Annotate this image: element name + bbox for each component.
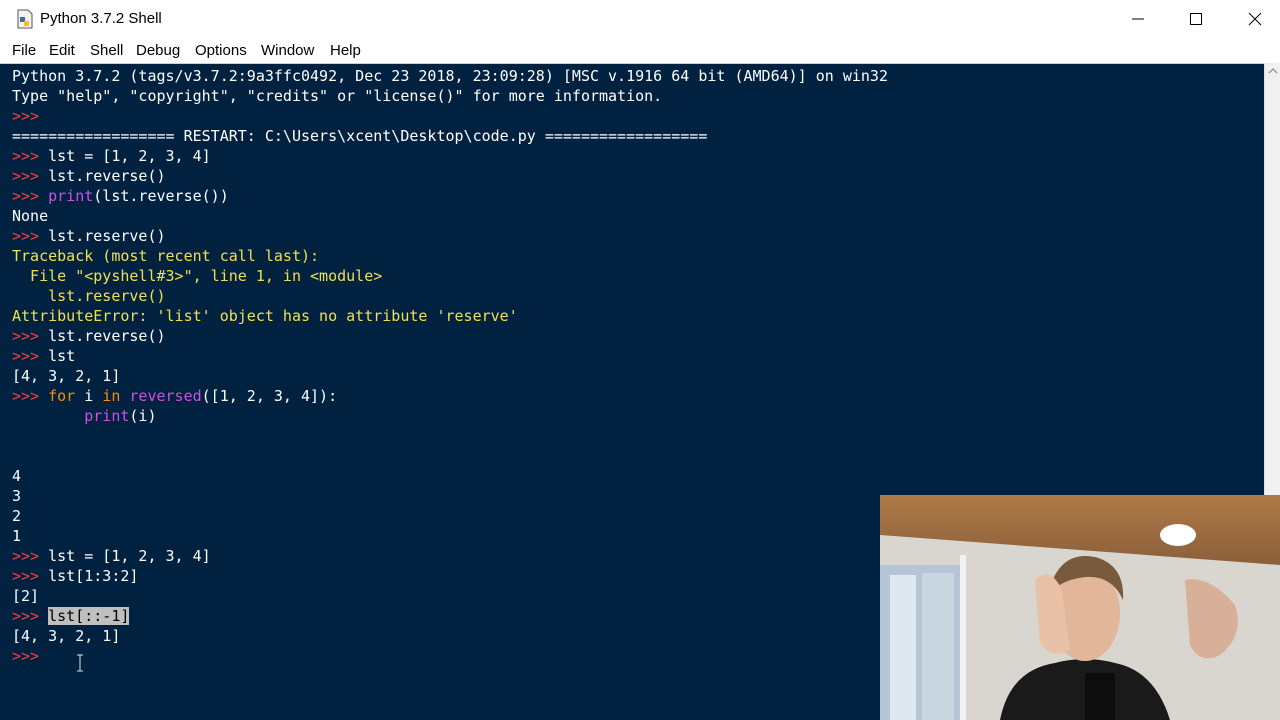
input-line: >>> lst.reserve(): [12, 226, 166, 246]
prompt: >>>: [12, 387, 49, 405]
python-file-icon: [17, 9, 33, 29]
code: lst = [1, 2, 3, 4]: [48, 147, 211, 165]
menu-help[interactable]: Help: [330, 42, 361, 59]
prompt: >>>: [12, 107, 49, 125]
close-button[interactable]: [1226, 0, 1280, 38]
selected-code: lst[::-1]: [48, 607, 130, 625]
text-cursor-icon: [77, 654, 83, 672]
output-line: [4, 3, 2, 1]: [12, 367, 121, 385]
prompt: >>>: [12, 607, 49, 625]
window-title: Python 3.7.2 Shell: [40, 10, 162, 27]
prompt: >>>: [12, 187, 49, 205]
menu-window[interactable]: Window: [261, 42, 314, 59]
prompt: >>>: [12, 347, 49, 365]
error-line: lst.reserve(): [12, 287, 166, 305]
webcam-image: [880, 495, 1280, 720]
prompt: >>>: [12, 327, 49, 345]
minimize-button[interactable]: [1109, 0, 1167, 38]
input-line: print(i): [12, 406, 157, 426]
keyword: for: [48, 387, 76, 405]
banner-line: Type "help", "copyright", "credits" or "…: [12, 87, 663, 105]
input-line: >>> lst.reverse(): [12, 326, 166, 346]
error-line: File "<pyshell#3>", line 1, in <module>: [12, 267, 383, 285]
input-line: >>> lst[1:3:2]: [12, 566, 138, 586]
output-line: [4, 3, 2, 1]: [12, 627, 121, 645]
active-prompt-line[interactable]: >>>: [12, 646, 48, 666]
input-line: >>> lst[::-1]: [12, 606, 130, 626]
output-line: 1: [12, 527, 22, 545]
prompt: >>>: [12, 567, 49, 585]
prompt: >>>: [12, 147, 49, 165]
code: (lst.reverse()): [93, 187, 229, 205]
builtin: reversed: [129, 387, 202, 405]
code: i: [75, 387, 103, 405]
prompt: >>>: [12, 167, 49, 185]
maximize-button[interactable]: [1167, 0, 1225, 38]
menu-bar: File Edit Shell Debug Options Window Hel…: [0, 38, 1280, 63]
prompt: >>>: [12, 647, 49, 665]
menu-edit[interactable]: Edit: [49, 42, 75, 59]
input-line: >>> lst.reverse(): [12, 166, 166, 186]
output-line: 4: [12, 467, 22, 485]
webcam-overlay: [880, 495, 1280, 720]
menu-options[interactable]: Options: [195, 42, 247, 59]
code: (i): [129, 407, 157, 425]
code: lst = [1, 2, 3, 4]: [48, 547, 211, 565]
error-line: Traceback (most recent call last):: [12, 247, 320, 265]
input-line: >>> print(lst.reverse()): [12, 186, 229, 206]
code: lst: [48, 347, 76, 365]
code: ([1, 2, 3, 4]):: [201, 387, 338, 405]
prompt: >>>: [12, 547, 49, 565]
error-line: AttributeError: 'list' object has no att…: [12, 307, 518, 325]
prompt-line: >>>: [12, 106, 48, 126]
menu-shell[interactable]: Shell: [90, 42, 123, 59]
code: lst[1:3:2]: [48, 567, 139, 585]
banner-line: Python 3.7.2 (tags/v3.7.2:9a3ffc0492, De…: [12, 67, 888, 85]
input-line: >>> for i in reversed([1, 2, 3, 4]):: [12, 386, 337, 406]
builtin: print: [48, 187, 94, 205]
input-line: >>> lst: [12, 346, 75, 366]
menu-file[interactable]: File: [12, 42, 36, 59]
keyword: in: [102, 387, 121, 405]
close-icon: [1248, 12, 1262, 26]
input-line: >>> lst = [1, 2, 3, 4]: [12, 546, 211, 566]
title-bar: Python 3.7.2 Shell: [0, 0, 1280, 38]
minimize-icon: [1132, 18, 1144, 20]
input-line: >>> lst = [1, 2, 3, 4]: [12, 146, 211, 166]
scroll-up-arrow-icon[interactable]: [1268, 67, 1278, 75]
output-line: None: [12, 207, 49, 225]
maximize-icon: [1190, 13, 1202, 25]
code: lst.reverse(): [48, 327, 166, 345]
code: lst.reverse(): [48, 167, 166, 185]
menu-debug[interactable]: Debug: [136, 42, 180, 59]
output-line: [2]: [12, 587, 40, 605]
prompt: >>>: [12, 227, 49, 245]
builtin: print: [84, 407, 130, 425]
restart-line: ================== RESTART: C:\Users\xce…: [12, 127, 708, 145]
output-line: 3: [12, 487, 22, 505]
code: lst.reserve(): [48, 227, 166, 245]
output-line: 2: [12, 507, 22, 525]
